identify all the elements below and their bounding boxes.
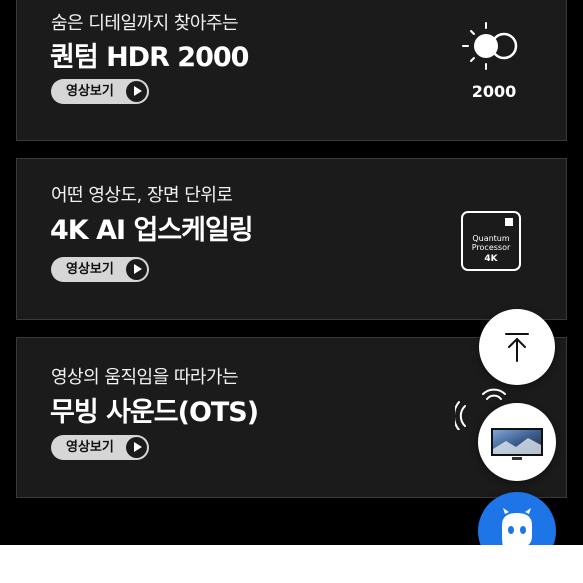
watch-video-label: 영상보기	[66, 262, 114, 277]
scroll-to-top-button[interactable]	[479, 309, 555, 385]
feature-title: 4K AI 업스케일링	[50, 215, 254, 246]
watch-video-label: 영상보기	[66, 440, 114, 455]
feature-card-upscaling: 어떤 영상도, 장면 단위로 4K AI 업스케일링 영상보기 Quantum …	[16, 158, 567, 320]
watch-video-label: 영상보기	[66, 84, 114, 99]
hdr-caption: 2000	[471, 82, 517, 101]
arrow-up-icon	[505, 333, 529, 362]
hdr-2000-icon	[462, 22, 518, 70]
chip-label-line3: 4K	[484, 254, 498, 264]
quantum-processor-4k-icon: Quantum Processor 4K	[461, 211, 521, 271]
feature-title: 무빙 사운드(OTS)	[50, 397, 259, 428]
tv-thumbnail-icon	[491, 428, 543, 460]
chip-label-line1: Quantum	[472, 234, 510, 243]
feature-subtitle: 영상의 움직임을 따라가는	[51, 367, 239, 388]
watch-video-button[interactable]: 영상보기	[51, 79, 149, 104]
feature-subtitle: 어떤 영상도, 장면 단위로	[51, 185, 233, 206]
play-icon	[126, 81, 147, 102]
feature-title: 퀀텀 HDR 2000	[50, 42, 249, 73]
watch-video-button[interactable]: 영상보기	[51, 257, 149, 282]
chip-label-line2: Processor	[471, 243, 511, 252]
play-icon	[126, 437, 147, 458]
watch-video-button[interactable]: 영상보기	[51, 435, 149, 460]
chip-corner-mark	[505, 218, 513, 226]
bottom-panel	[0, 545, 583, 583]
feature-card-hdr: 숨은 디테일까지 찾아주는 퀀텀 HDR 2000 영상보기 2000	[16, 0, 567, 141]
play-icon	[126, 259, 147, 280]
tv-thumbnail-button[interactable]	[478, 403, 556, 481]
feature-subtitle: 숨은 디테일까지 찾아주는	[51, 13, 239, 34]
